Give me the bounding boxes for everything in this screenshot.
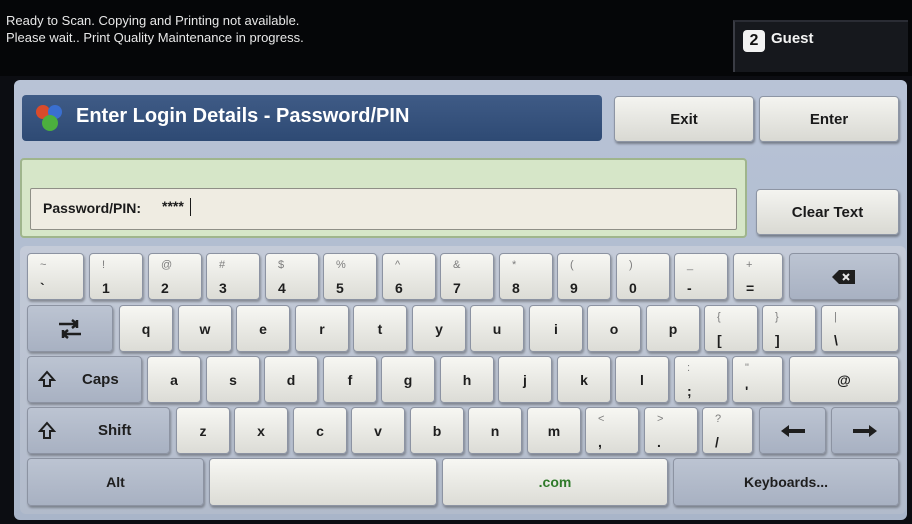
key-semicolon[interactable]: :; — [674, 356, 728, 403]
space-key[interactable] — [209, 458, 437, 506]
key-h[interactable]: h — [440, 356, 494, 403]
key-l[interactable]: l — [615, 356, 669, 403]
password-label: Password/PIN: — [43, 200, 142, 216]
key-o[interactable]: o — [587, 305, 641, 352]
key-m[interactable]: m — [527, 407, 581, 454]
key-5[interactable]: % 5 — [323, 253, 377, 300]
key-e[interactable]: e — [236, 305, 290, 352]
key-minus[interactable]: _ - — [674, 253, 728, 300]
key-f[interactable]: f — [323, 356, 377, 403]
user-badge-icon: 2 — [743, 30, 765, 52]
key-v[interactable]: v — [351, 407, 405, 454]
key-t[interactable]: t — [353, 305, 407, 352]
key-x[interactable]: x — [234, 407, 288, 454]
user-button[interactable]: 2 Guest — [733, 20, 908, 72]
key-backslash[interactable]: | \ — [821, 305, 899, 352]
enter-button[interactable]: Enter — [759, 96, 899, 142]
status-message: Ready to Scan. Copying and Printing not … — [6, 12, 304, 46]
password-value: **** — [162, 198, 184, 214]
key-n[interactable]: n — [468, 407, 522, 454]
key-q[interactable]: q — [119, 305, 173, 352]
key-r[interactable]: r — [295, 305, 349, 352]
key-p[interactable]: p — [646, 305, 700, 352]
caps-lock-icon — [38, 357, 56, 402]
users-group-icon — [34, 103, 66, 133]
keyboards-button[interactable]: Keyboards... — [673, 458, 899, 506]
tab-icon — [28, 306, 112, 351]
key-9[interactable]: (9 — [557, 253, 611, 300]
key-w[interactable]: w — [178, 305, 232, 352]
key-1[interactable]: ! 1 — [89, 253, 143, 300]
key-period[interactable]: >. — [644, 407, 698, 454]
status-line-1: Ready to Scan. Copying and Printing not … — [6, 13, 300, 28]
key-y[interactable]: y — [412, 305, 466, 352]
key-8[interactable]: * 8 — [499, 253, 553, 300]
key-k[interactable]: k — [557, 356, 611, 403]
key-j[interactable]: j — [498, 356, 552, 403]
text-caret — [190, 198, 191, 216]
user-label: Guest — [771, 30, 814, 47]
key-3[interactable]: #3 — [206, 253, 260, 300]
key-at[interactable]: @ — [789, 356, 899, 403]
arrow-left-icon — [760, 408, 825, 453]
caps-label: Caps — [82, 371, 119, 388]
key-quote[interactable]: " ' — [732, 356, 783, 403]
key-left-bracket[interactable]: {[ — [704, 305, 758, 352]
key-d[interactable]: d — [264, 356, 318, 403]
key-u[interactable]: u — [470, 305, 524, 352]
key-slash[interactable]: ? / — [702, 407, 753, 454]
key-equals[interactable]: + = — [733, 253, 783, 300]
backspace-icon — [790, 254, 898, 299]
key-2[interactable]: @2 — [148, 253, 202, 300]
key-i[interactable]: i — [529, 305, 583, 352]
key-a[interactable]: a — [147, 356, 201, 403]
key-backtick[interactable]: ~ ` — [27, 253, 84, 300]
status-line-2: Please wait.. Print Quality Maintenance … — [6, 30, 304, 45]
dotcom-key[interactable]: .com — [442, 458, 668, 506]
key-b[interactable]: b — [410, 407, 464, 454]
key-c[interactable]: c — [293, 407, 347, 454]
key-0[interactable]: ) 0 — [616, 253, 670, 300]
backspace-key[interactable] — [789, 253, 899, 300]
caps-lock-key[interactable]: Caps — [27, 356, 142, 403]
key-4[interactable]: $4 — [265, 253, 319, 300]
page-title: Enter Login Details - Password/PIN — [76, 105, 410, 127]
cursor-right-key[interactable] — [831, 407, 899, 454]
arrow-right-icon — [832, 408, 898, 453]
key-6[interactable]: ^ 6 — [382, 253, 436, 300]
key-g[interactable]: g — [381, 356, 435, 403]
cursor-left-key[interactable] — [759, 407, 826, 454]
shift-icon — [38, 408, 56, 453]
status-bar: Ready to Scan. Copying and Printing not … — [0, 0, 912, 76]
key-right-bracket[interactable]: }] — [762, 305, 816, 352]
key-7[interactable]: & 7 — [440, 253, 494, 300]
key-s[interactable]: s — [206, 356, 260, 403]
shift-label: Shift — [98, 422, 132, 439]
key-z[interactable]: z — [176, 407, 230, 454]
alt-key[interactable]: Alt — [27, 458, 204, 506]
shift-key[interactable]: Shift — [27, 407, 170, 454]
exit-button[interactable]: Exit — [614, 96, 754, 142]
tab-key[interactable] — [27, 305, 113, 352]
key-comma[interactable]: <, — [585, 407, 639, 454]
clear-text-button[interactable]: Clear Text — [756, 189, 899, 235]
